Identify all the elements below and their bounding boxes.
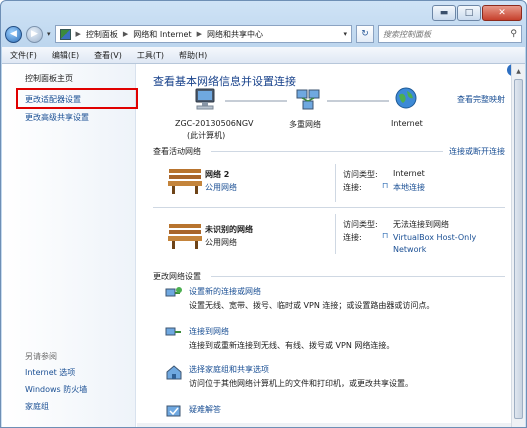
connection-label: 连接: <box>343 183 362 192</box>
maximize-button[interactable]: □ <box>457 5 481 21</box>
computer-sub: (此计算机) <box>187 131 226 140</box>
globe-icon <box>395 87 417 109</box>
map-connector <box>225 100 287 102</box>
multiple-networks-icon <box>296 89 320 110</box>
multiple-networks-label: 多重网络 <box>289 120 321 129</box>
connection-label: 连接: <box>343 233 362 242</box>
menu-bar: 文件(F) 编辑(E) 查看(V) 工具(T) 帮助(H) <box>2 47 525 64</box>
chevron-right-icon: ▶ <box>122 30 129 38</box>
divider <box>335 214 336 254</box>
divider <box>211 151 443 152</box>
back-button[interactable]: ◀ <box>5 25 22 43</box>
sidebar-item-windows-firewall[interactable]: Windows 防火墙 <box>25 384 87 395</box>
divider <box>153 207 505 208</box>
bottom-border <box>137 423 511 427</box>
sidebar: 控制面板主页 更改适配器设置 更改高级共享设置 另请参阅 Internet 选项… <box>2 64 138 427</box>
navigation-bar: ◀ ▶ ▾ ▶ 控制面板 ▶ 网络和 Internet ▶ 网络和共享中心 ▾ … <box>5 23 522 45</box>
divider <box>211 276 505 277</box>
view-full-map-link[interactable]: 查看完整映射 <box>457 94 505 105</box>
main-panel: ? 查看基本网络信息并设置连接 查看完整映射 ZGC-20130506 <box>137 64 525 427</box>
scroll-up-icon[interactable]: ▲ <box>512 64 525 78</box>
scroll-thumb[interactable] <box>514 79 523 419</box>
see-also-title: 另请参阅 <box>25 352 57 361</box>
homegroup-sharing-desc: 访问位于其他网络计算机上的文件和打印机，或更改共享设置。 <box>189 379 413 388</box>
search-icon[interactable]: ⚲ <box>510 29 517 39</box>
forward-button[interactable]: ▶ <box>26 25 43 43</box>
local-connection-link[interactable]: 本地连接 <box>393 182 425 193</box>
refresh-button[interactable]: ↻ <box>356 25 374 43</box>
access-type-value: Internet <box>393 169 425 178</box>
computer-icon <box>195 88 215 110</box>
sidebar-item-home[interactable]: 控制面板主页 <box>25 73 73 84</box>
page-title: 查看基本网络信息并设置连接 <box>153 75 296 88</box>
change-settings-header: 更改网络设置 <box>153 272 201 281</box>
troubleshoot-link[interactable]: 疑难解答 <box>189 404 221 415</box>
content-area: 控制面板主页 更改适配器设置 更改高级共享设置 另请参阅 Internet 选项… <box>2 64 525 427</box>
troubleshoot-icon <box>166 405 181 417</box>
map-connector <box>327 100 389 102</box>
sidebar-item-change-adapter[interactable]: 更改适配器设置 <box>25 94 81 105</box>
caption-buttons: ▬ □ ✕ <box>432 5 522 23</box>
access-type-value: 无法连接到网络 <box>393 220 449 229</box>
recent-pages-dropdown[interactable]: ▾ <box>47 30 51 38</box>
control-panel-icon <box>59 28 71 40</box>
park-bench-icon <box>168 224 202 249</box>
vertical-scrollbar[interactable]: ▲ <box>511 64 525 427</box>
access-type-label: 访问类型: <box>343 220 378 229</box>
connect-disconnect-link[interactable]: 连接或断开连接 <box>449 146 505 157</box>
network-name: 未识别的网络 <box>205 225 253 234</box>
connect-to-network-desc: 连接到或重新连接到无线、有线、拨号或 VPN 网络连接。 <box>189 341 395 350</box>
menu-tools[interactable]: 工具(T) <box>137 50 164 61</box>
address-bar[interactable]: ▶ 控制面板 ▶ 网络和 Internet ▶ 网络和共享中心 ▾ <box>54 25 352 43</box>
chevron-right-icon: ▶ <box>75 30 81 38</box>
sidebar-item-internet-options[interactable]: Internet 选项 <box>25 367 75 378</box>
setup-connection-link[interactable]: 设置新的连接或网络 <box>189 286 261 297</box>
search-box[interactable]: ⚲ <box>378 25 522 43</box>
access-type-label: 访问类型: <box>343 170 378 179</box>
breadcrumb-control-panel[interactable]: 控制面板 <box>86 29 118 40</box>
menu-help[interactable]: 帮助(H) <box>179 50 207 61</box>
breadcrumb-network-internet[interactable]: 网络和 Internet <box>133 29 191 40</box>
network-adapter-icon: ⊓ <box>382 231 389 240</box>
computer-name: ZGC-20130506NGV <box>175 119 254 128</box>
network-type: 公用网络 <box>205 238 237 247</box>
minimize-button[interactable]: ▬ <box>432 5 456 21</box>
active-networks-header: 查看活动网络 <box>153 147 201 156</box>
virtualbox-connection-link[interactable]: VirtualBox Host-Only Network <box>393 232 493 256</box>
connect-network-icon <box>165 327 181 336</box>
sidebar-item-homegroup[interactable]: 家庭组 <box>25 401 49 412</box>
park-bench-icon <box>168 169 202 194</box>
internet-label: Internet <box>391 119 423 128</box>
network-adapter-icon: ⊓ <box>382 181 389 190</box>
menu-edit[interactable]: 编辑(E) <box>52 50 79 61</box>
homegroup-icon <box>166 365 182 380</box>
menu-file[interactable]: 文件(F) <box>10 50 37 61</box>
divider <box>335 164 336 202</box>
close-button[interactable]: ✕ <box>482 5 522 21</box>
sidebar-item-advanced-sharing[interactable]: 更改高级共享设置 <box>25 112 89 123</box>
homegroup-sharing-link[interactable]: 选择家庭组和共享选项 <box>189 364 269 375</box>
address-dropdown-icon[interactable]: ▾ <box>343 30 347 38</box>
network-name: 网络 2 <box>205 170 230 179</box>
network-type-link[interactable]: 公用网络 <box>205 182 237 193</box>
search-input[interactable] <box>383 29 493 39</box>
breadcrumb-network-sharing-center[interactable]: 网络和共享中心 <box>207 29 263 40</box>
refresh-icon: ↻ <box>361 29 369 39</box>
setup-connection-desc: 设置无线、宽带、拨号、临时或 VPN 连接；或设置路由器或访问点。 <box>189 301 435 310</box>
menu-view[interactable]: 查看(V) <box>94 50 122 61</box>
window: ▬ □ ✕ ◀ ▶ ▾ ▶ 控制面板 ▶ 网络和 Internet ▶ 网络和共… <box>0 0 527 428</box>
connect-to-network-link[interactable]: 连接到网络 <box>189 326 229 337</box>
new-connection-icon <box>165 287 182 297</box>
chevron-right-icon: ▶ <box>196 30 202 38</box>
